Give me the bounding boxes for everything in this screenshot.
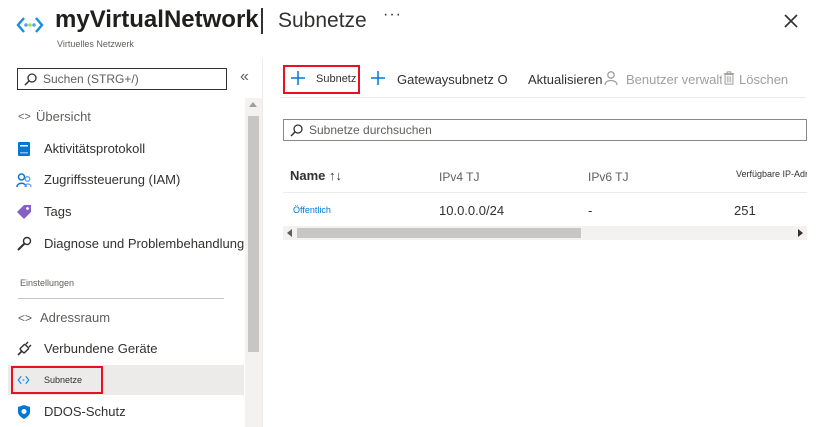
sidebar-search-input[interactable]: Suchen (STRG+/) bbox=[17, 68, 227, 90]
sidebar-item-connected-devices[interactable]: Verbundene Geräte bbox=[8, 334, 244, 364]
close-icon[interactable] bbox=[780, 10, 802, 32]
sidebar-item-label: Aktivitätsprotokoll bbox=[44, 141, 146, 156]
sidebar-item-address-space[interactable]: <> Adressraum bbox=[8, 303, 244, 333]
scroll-right-arrow-icon[interactable] bbox=[798, 229, 803, 237]
sidebar-item-activity-log[interactable]: Aktivitätsprotokoll bbox=[8, 134, 244, 164]
sidebar-item-label: Tags bbox=[44, 204, 72, 219]
user-icon bbox=[604, 71, 618, 86]
scroll-left-arrow-icon[interactable] bbox=[287, 229, 292, 237]
search-icon bbox=[24, 73, 37, 86]
plus-icon bbox=[371, 71, 385, 85]
sidebar-item-label: Diagnose und Problembehandlung bbox=[44, 236, 245, 251]
scroll-up-arrow-icon[interactable] bbox=[249, 102, 257, 107]
plug-icon bbox=[17, 341, 32, 356]
toolbar-divider bbox=[280, 97, 806, 98]
sidebar-item-label: Verbundene Geräte bbox=[44, 341, 158, 356]
delete-button[interactable]: Löschen bbox=[722, 64, 792, 94]
sidebar-item-diagnose[interactable]: Diagnose und Problembehandlung bbox=[8, 229, 244, 259]
column-header-ipv6[interactable]: IPv6 TJ bbox=[588, 170, 628, 184]
subnet-name-link[interactable]: Öffentlich bbox=[293, 205, 331, 215]
refresh-button[interactable]: Aktualisieren bbox=[528, 64, 608, 94]
highlight-add-subnet bbox=[283, 65, 360, 94]
table-cell-ipv6: - bbox=[588, 203, 593, 218]
highlight-subnets-nav bbox=[11, 366, 103, 394]
table-horizontal-scrollbar[interactable] bbox=[283, 226, 807, 240]
column-header-name[interactable]: Name ↑↓ bbox=[290, 168, 342, 183]
address-space-icon: <> bbox=[18, 311, 33, 325]
column-header-available-ips[interactable]: Verfügbare IP-Adressen bbox=[736, 169, 807, 179]
gateway-subnet-label: Gatewaysubnetz O bbox=[397, 72, 508, 87]
pane-divider bbox=[262, 58, 263, 427]
title-separator bbox=[261, 8, 263, 34]
sidebar-item-label: Zugriffssteuerung (IAM) bbox=[44, 172, 181, 187]
shield-icon bbox=[18, 405, 30, 419]
section-divider bbox=[18, 298, 224, 299]
sidebar-item-iam[interactable]: Zugriffssteuerung (IAM) bbox=[8, 165, 244, 195]
table-cell-ipv4: 10.0.0.0/24 bbox=[439, 203, 505, 218]
wrench-icon bbox=[17, 236, 32, 251]
manage-users-button[interactable]: Benutzer verwalten bbox=[604, 64, 722, 94]
column-header-ipv4[interactable]: IPv4 TJ bbox=[439, 170, 479, 184]
overview-icon: <> bbox=[18, 111, 31, 123]
sidebar-scrollbar[interactable] bbox=[245, 98, 262, 427]
activity-log-icon bbox=[18, 142, 30, 156]
section-label-settings: Einstellungen bbox=[20, 278, 75, 288]
sidebar-item-overview[interactable]: <> Übersicht bbox=[8, 102, 244, 132]
sidebar-scroll-thumb[interactable] bbox=[248, 116, 259, 352]
search-icon bbox=[290, 124, 303, 137]
add-gateway-subnet-button[interactable]: Gatewaysubnetz O bbox=[370, 64, 510, 94]
sidebar-search-placeholder: Suchen (STRG+/) bbox=[43, 72, 139, 86]
subnet-search-input[interactable]: Subnetze durchsuchen bbox=[283, 119, 807, 141]
sidebar-item-label: DDOS-Schutz bbox=[44, 404, 126, 419]
header-divider bbox=[283, 192, 807, 193]
delete-label: Löschen bbox=[739, 72, 789, 87]
sidebar-item-ddos[interactable]: DDOS-Schutz bbox=[8, 397, 244, 427]
page-header: myVirtualNetwork Subnetze ··· Virtuelles… bbox=[0, 0, 819, 58]
page-title: Subnetze bbox=[278, 9, 367, 32]
table-cell-available: 251 bbox=[734, 203, 756, 218]
sidebar-item-tags[interactable]: Tags bbox=[8, 197, 244, 227]
sidebar-item-label: Adressraum bbox=[40, 310, 111, 325]
subnet-search-placeholder: Subnetze durchsuchen bbox=[309, 123, 432, 137]
iam-icon bbox=[16, 173, 32, 188]
resource-type-subtitle: Virtuelles Netzwerk bbox=[57, 39, 134, 49]
sidebar-item-label: Übersicht bbox=[36, 109, 91, 124]
trash-icon bbox=[723, 71, 735, 85]
tag-icon bbox=[17, 205, 31, 219]
manage-users-label: Benutzer verwalten bbox=[626, 72, 722, 87]
more-options-button[interactable]: ··· bbox=[383, 6, 402, 24]
table-scroll-thumb[interactable] bbox=[297, 228, 581, 238]
vnet-icon bbox=[16, 17, 44, 33]
refresh-label: Aktualisieren bbox=[528, 72, 603, 87]
collapse-sidebar-button[interactable]: « bbox=[240, 68, 249, 86]
resource-name: myVirtualNetwork bbox=[55, 6, 259, 33]
